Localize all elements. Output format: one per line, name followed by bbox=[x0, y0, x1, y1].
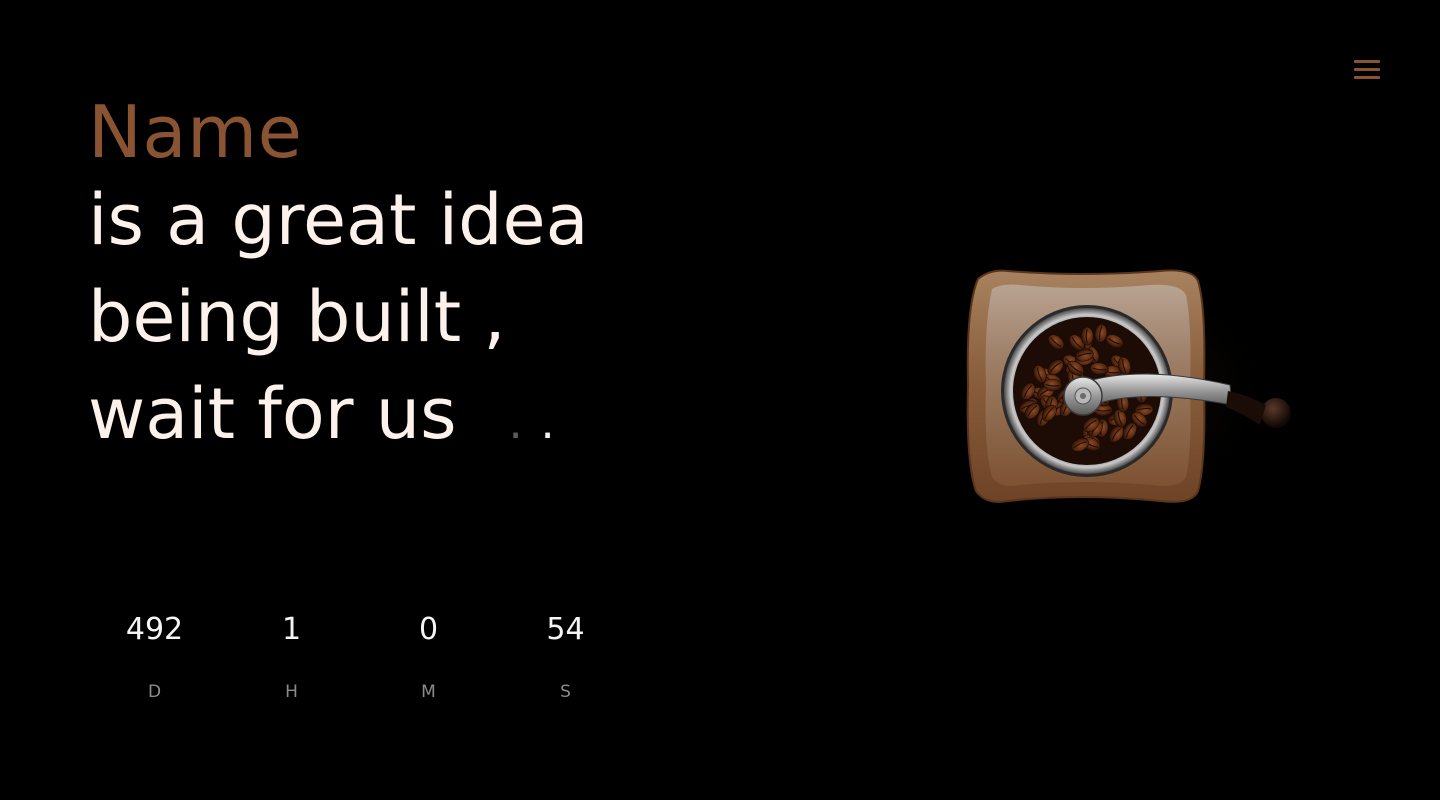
countdown-seconds-label: S bbox=[560, 682, 571, 702]
countdown-minutes-value: 0 bbox=[418, 612, 439, 647]
countdown-seconds: 54 S bbox=[497, 610, 634, 702]
countdown-minutes-label: M bbox=[421, 682, 436, 702]
hamburger-menu-icon bbox=[1354, 60, 1380, 63]
countdown-minutes: 0 M bbox=[360, 610, 497, 702]
tagline-line-3-text: wait for us bbox=[88, 373, 457, 455]
tagline-line-2: being built , bbox=[88, 276, 506, 358]
brand-name: Name bbox=[88, 90, 303, 174]
countdown-hours: 1 H bbox=[223, 610, 360, 702]
tagline-line-3: wait for us.. bbox=[88, 366, 589, 472]
countdown-days: 492 D bbox=[86, 610, 223, 702]
countdown-hours-value: 1 bbox=[281, 612, 302, 647]
countdown-days-label: D bbox=[147, 682, 162, 702]
hamburger-menu-icon-bar bbox=[1354, 76, 1380, 79]
countdown-hours-label: H bbox=[285, 682, 298, 702]
hero-headline: Name is a great idea being built , wait … bbox=[88, 92, 589, 472]
countdown-timer: 492 D 1 H 0 M 54 S bbox=[86, 610, 634, 702]
countdown-seconds-value: 54 bbox=[546, 612, 585, 647]
loading-dot: . bbox=[540, 398, 573, 449]
tagline-line-1: is a great idea bbox=[88, 179, 589, 261]
coffee-grinder-image bbox=[935, 265, 1291, 515]
menu-button[interactable] bbox=[1352, 58, 1382, 84]
loading-dot: . bbox=[508, 398, 541, 449]
countdown-days-value: 492 bbox=[125, 612, 184, 647]
loading-dots: .. bbox=[509, 375, 573, 472]
hamburger-menu-icon-bar bbox=[1354, 68, 1380, 71]
